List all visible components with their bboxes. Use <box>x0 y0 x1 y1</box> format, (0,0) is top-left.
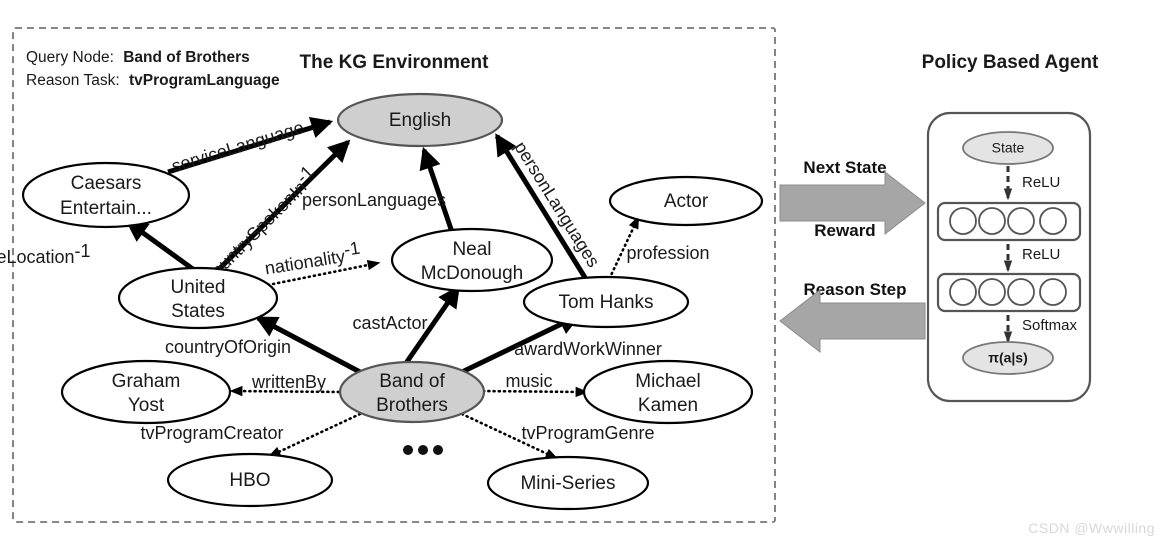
node-caesars-label-line2: Entertain... <box>60 198 152 219</box>
edge-label-nationality: nationality-1 <box>262 237 362 278</box>
neuron <box>1039 207 1067 235</box>
agent-policy-output-node: π(a|s) <box>962 341 1054 375</box>
agent-state-node: State <box>962 131 1054 165</box>
edge-music <box>476 386 589 398</box>
edge-label-service-language: serviceLanguage <box>169 117 306 176</box>
edge-label-service-location: serviceLocation-1 <box>0 241 91 267</box>
arrow-label-next-state: Next State <box>803 158 886 177</box>
node-band-of-brothers[interactable]: Band of Brothers <box>338 360 486 424</box>
node-neal-label-line2: McDonough <box>421 263 523 284</box>
query-node-value: Band of Brothers <box>123 49 250 66</box>
neuron <box>978 207 1006 235</box>
node-neal-label-line1: Neal <box>452 239 491 260</box>
edge-label-cast-actor: castActor <box>352 313 427 333</box>
figure-canvas: The KG Environment Query Node: Band of B… <box>0 0 1167 542</box>
node-graham-label-line2: Yost <box>128 395 165 416</box>
neuron <box>1039 278 1067 306</box>
agent-panel-title: Policy Based Agent <box>922 52 1099 73</box>
neuron <box>1007 207 1035 235</box>
node-neal-mcdonough[interactable]: Neal McDonough <box>390 227 554 293</box>
watermark: CSDN @Wwwilling <box>1028 520 1155 536</box>
node-mini-series-label: Mini-Series <box>520 473 615 494</box>
node-actor-label: Actor <box>664 191 709 212</box>
node-caesars-label-line1: Caesars <box>71 173 142 194</box>
node-graham-label-line1: Graham <box>112 371 181 392</box>
node-united-states[interactable]: United States <box>117 266 279 330</box>
node-english[interactable]: English <box>336 92 504 148</box>
agent-hidden-layer-2 <box>936 272 1082 313</box>
neuron <box>949 207 977 235</box>
query-node-label: Query Node: <box>26 49 114 66</box>
kg-environment-title: The KG Environment <box>300 52 490 73</box>
agent-hidden-layer-1 <box>936 201 1082 242</box>
agent-activation-label-3: Softmax <box>1022 317 1078 334</box>
edge-label-tv-program-creator: tvProgramCreator <box>140 423 283 443</box>
edge-label-profession: profession <box>626 243 709 263</box>
node-hbo[interactable]: HBO <box>166 452 334 508</box>
node-band-label-line2: Brothers <box>376 395 448 416</box>
agent-policy-output-label: π(a|s) <box>988 350 1028 366</box>
reason-task-value: tvProgramLanguage <box>129 72 280 89</box>
node-tom-hanks-label: Tom Hanks <box>558 292 653 313</box>
node-united-states-label-line2: States <box>171 301 225 322</box>
node-mini-series[interactable]: Mini-Series <box>486 455 650 511</box>
edge-label-country-of-origin: countryOfOrigin <box>165 337 291 357</box>
node-michael-label-line2: Kamen <box>638 395 698 416</box>
node-tom-hanks[interactable]: Tom Hanks <box>522 275 690 329</box>
arrow-label-reward: Reward <box>814 221 875 240</box>
neuron <box>949 278 977 306</box>
edge-label-tv-program-genre: tvProgramGenre <box>521 423 654 443</box>
agent-activation-label-2: ReLU <box>1022 246 1060 263</box>
reason-task-line: Reason Task: tvProgramLanguage <box>26 72 280 89</box>
edge-label-music: music <box>505 371 552 391</box>
node-actor[interactable]: Actor <box>608 175 764 227</box>
agent-activation-label-1: ReLU <box>1022 174 1060 191</box>
edge-label-written-by: writtenBy <box>251 372 326 392</box>
neuron <box>1007 278 1035 306</box>
node-english-label: English <box>389 110 451 131</box>
more-edges-ellipsis <box>403 445 443 455</box>
node-united-states-label-line1: United <box>171 277 226 298</box>
edge-label-person-languages-neal: personLanguages <box>302 190 446 210</box>
edge-label-award-work-winner: awardWorkWinner <box>514 339 662 359</box>
node-graham-yost[interactable]: Graham Yost <box>60 359 232 425</box>
knowledge-graph-rl-diagram: The KG Environment Query Node: Band of B… <box>0 27 1099 523</box>
node-michael-kamen[interactable]: Michael Kamen <box>582 359 754 425</box>
reason-task-label: Reason Task: <box>26 72 120 89</box>
arrow-reason-step <box>779 288 926 354</box>
neuron <box>978 278 1006 306</box>
query-node-line: Query Node: Band of Brothers <box>26 49 250 66</box>
node-michael-label-line1: Michael <box>635 371 700 392</box>
node-hbo-label: HBO <box>229 470 270 491</box>
agent-state-label: State <box>992 140 1025 156</box>
node-caesars-entertainment[interactable]: Caesars Entertain... <box>21 161 191 229</box>
node-band-label-line1: Band of <box>379 371 445 392</box>
